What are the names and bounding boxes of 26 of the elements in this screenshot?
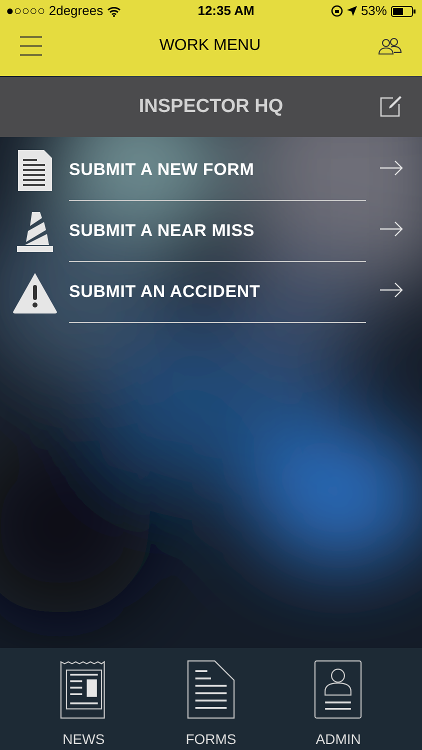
- menu-item[interactable]: SUBMIT A NEAR MISS: [69, 201, 366, 262]
- profile-card-icon: [312, 660, 364, 719]
- arrow-right-icon: [380, 221, 404, 237]
- menu-item[interactable]: SUBMIT AN ACCIDENT: [69, 262, 366, 323]
- arrow-right-icon: [380, 282, 404, 298]
- battery-icon: [390, 6, 416, 16]
- subheader-title: INSPECTOR HQ: [138, 94, 284, 119]
- battery-text: 53%: [360, 2, 387, 20]
- wifi-icon: [107, 6, 122, 16]
- traffic-cone-icon: [16, 210, 54, 252]
- carrier-text: ●○○○○ 2degrees: [6, 2, 104, 20]
- document-icon: [16, 149, 52, 192]
- header-title: WORK MENU: [159, 36, 261, 56]
- menu-item[interactable]: SUBMIT A NEW FORM: [69, 140, 366, 201]
- warning-icon: [12, 272, 58, 314]
- menu-button[interactable]: [20, 36, 42, 56]
- tab-button[interactable]: FORMS: [170, 660, 251, 750]
- rotation-lock-icon: [330, 5, 343, 17]
- location-arrow-icon: [346, 6, 357, 16]
- document-icon: [184, 660, 237, 719]
- edit-button[interactable]: [380, 95, 402, 117]
- arrow-right-icon: [380, 160, 404, 176]
- tab-button[interactable]: ADMIN: [298, 660, 378, 750]
- users-button[interactable]: [378, 36, 402, 56]
- time-text: 12:35 AM: [198, 2, 254, 20]
- tab-button[interactable]: NEWS: [44, 660, 124, 750]
